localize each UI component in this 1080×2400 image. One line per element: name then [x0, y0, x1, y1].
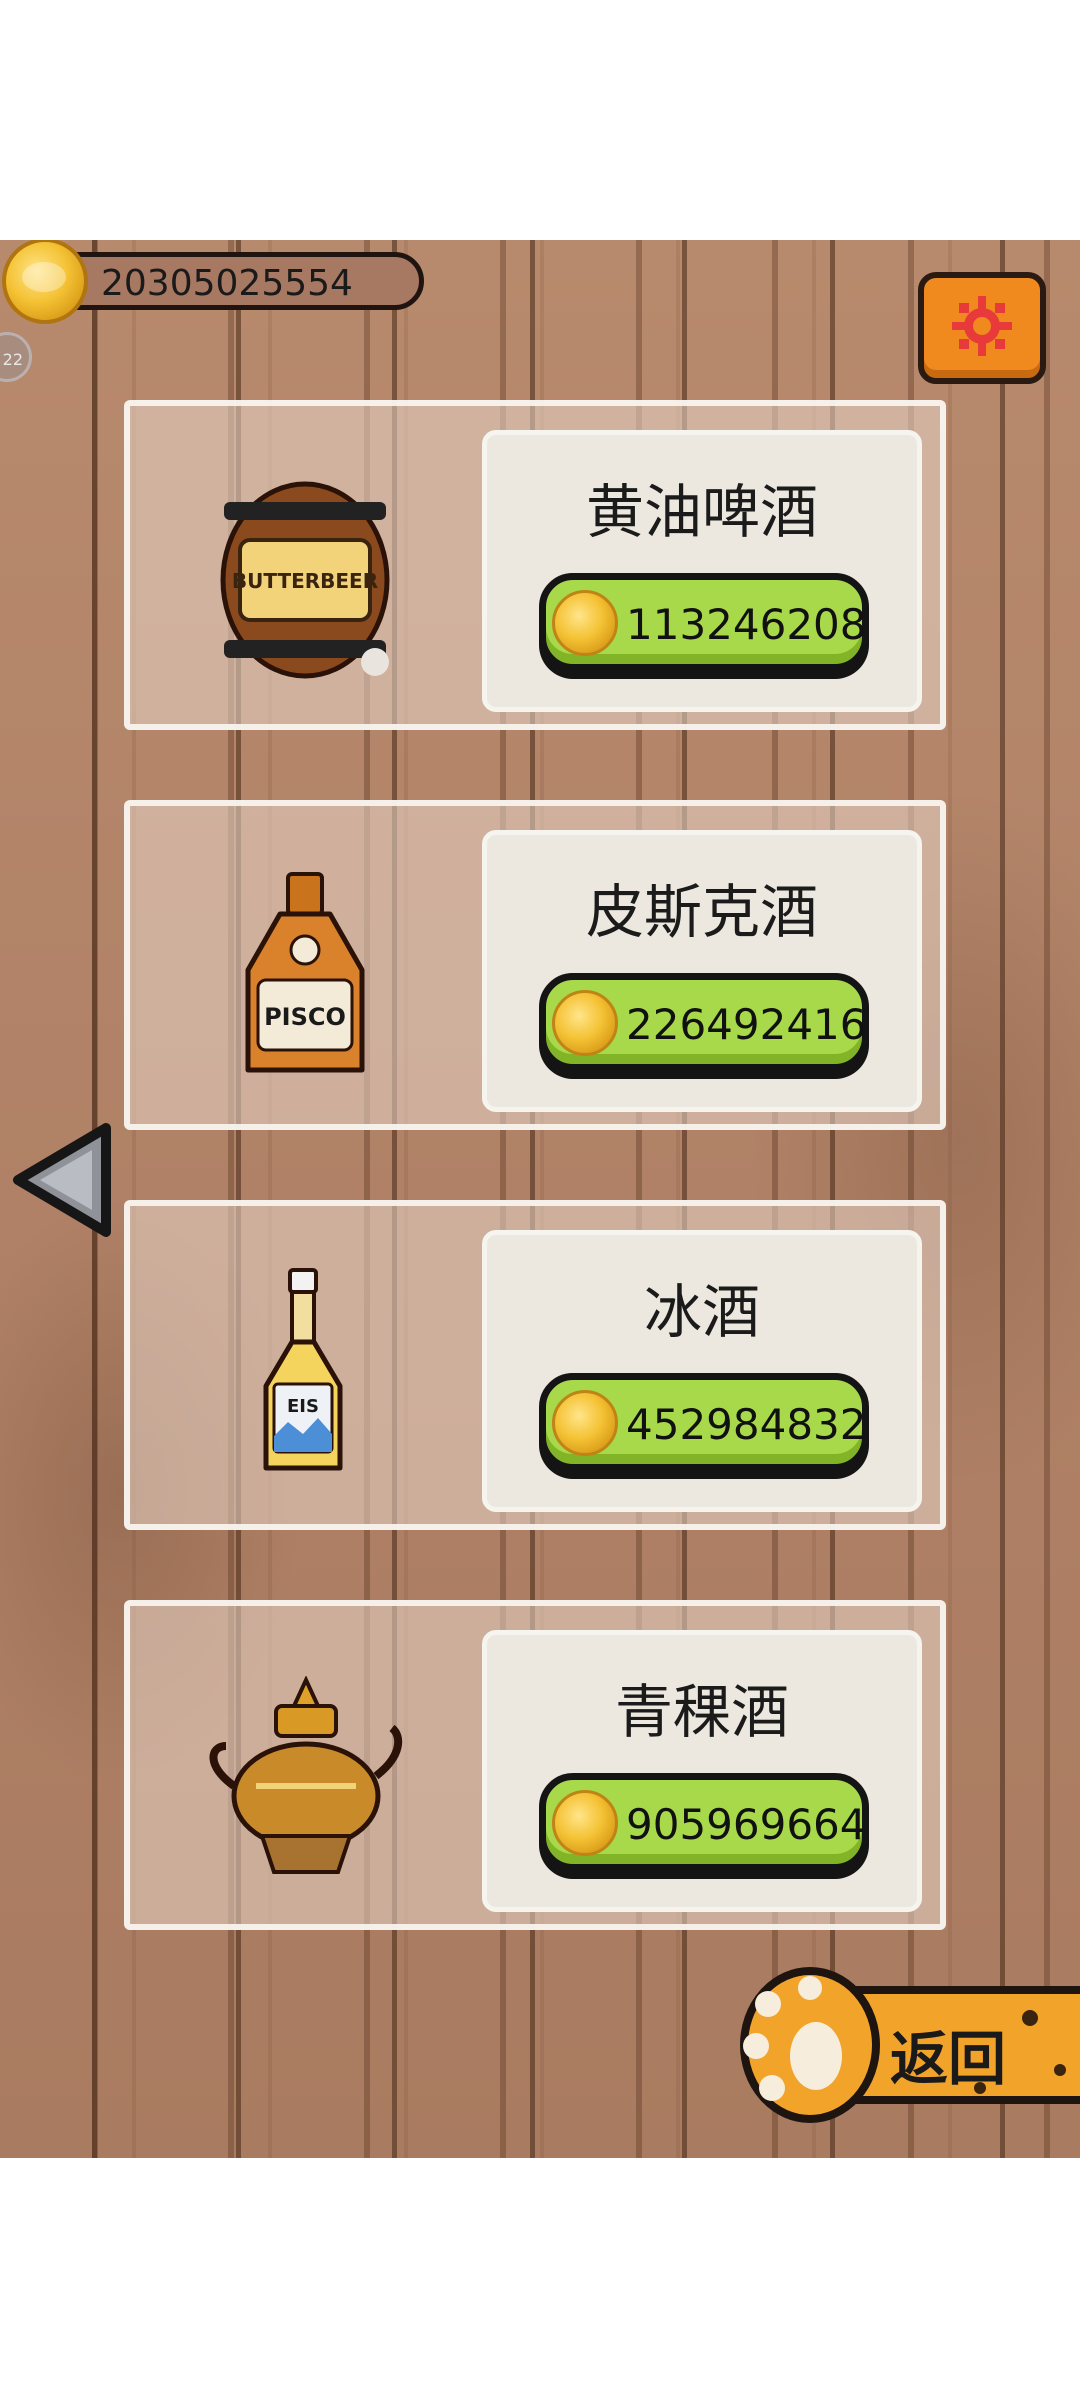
item-price: 226492416: [626, 1000, 867, 1049]
gear-icon: [952, 296, 1012, 356]
ice-wine-label: EIS: [287, 1396, 319, 1417]
gold-coin-icon: [552, 990, 618, 1056]
ice-wine-bottle-icon: EIS: [263, 1268, 343, 1471]
item-info-panel: 青稞酒 905969664: [482, 1630, 922, 1912]
back-button[interactable]: 返回: [730, 1960, 1080, 2130]
buy-button[interactable]: 452984832: [539, 1373, 869, 1471]
gold-coin-icon: [2, 240, 88, 324]
item-price: 113246208: [626, 600, 867, 649]
item-name: 皮斯克酒: [585, 878, 818, 946]
item-info-panel: 冰酒 452984832: [482, 1230, 922, 1512]
previous-page-arrow-icon[interactable]: [6, 1120, 116, 1240]
item-name: 青稞酒: [614, 1678, 789, 1746]
side-badge[interactable]: 22: [0, 332, 32, 382]
gold-coin-icon: [552, 1790, 618, 1856]
shop-item-card: EIS 冰酒 452984832: [124, 1200, 946, 1530]
gold-coin-icon: [552, 1390, 618, 1456]
wood-plank-divider: [1000, 240, 1005, 2158]
settings-button[interactable]: [918, 272, 1046, 384]
coin-balance-value: 20305025554: [101, 263, 353, 304]
shop-item-card: 青稞酒 905969664: [124, 1600, 946, 1930]
shop-item-card: PISCO 皮斯克酒 226492416: [124, 800, 946, 1130]
item-price: 452984832: [626, 1400, 867, 1449]
butterbeer-label: BUTTERBEER: [232, 569, 378, 593]
item-info-panel: 皮斯克酒 226492416: [482, 830, 922, 1112]
buy-button[interactable]: 905969664: [539, 1773, 869, 1871]
coin-balance-bar: 20305025554: [40, 252, 424, 310]
barley-wine-teapot-icon: [209, 1676, 403, 1874]
pisco-label: PISCO: [264, 1003, 346, 1031]
back-button-label: 返回: [890, 2025, 1007, 2093]
game-screen: 20305025554 22 BUTTERBEER 黄油啤酒 113246208…: [0, 240, 1080, 2158]
shop-item-card: BUTTERBEER 黄油啤酒 113246208: [124, 400, 946, 730]
pisco-bottle-icon: PISCO: [245, 872, 365, 1073]
item-name: 冰酒: [643, 1278, 760, 1346]
buy-button[interactable]: 226492416: [539, 973, 869, 1071]
item-info-panel: 黄油啤酒 113246208: [482, 430, 922, 712]
gold-coin-icon: [552, 590, 618, 656]
buy-button[interactable]: 113246208: [539, 573, 869, 671]
item-name: 黄油啤酒: [585, 478, 818, 546]
item-price: 905969664: [626, 1800, 867, 1849]
butterbeer-barrel-icon: BUTTERBEER: [220, 481, 390, 679]
